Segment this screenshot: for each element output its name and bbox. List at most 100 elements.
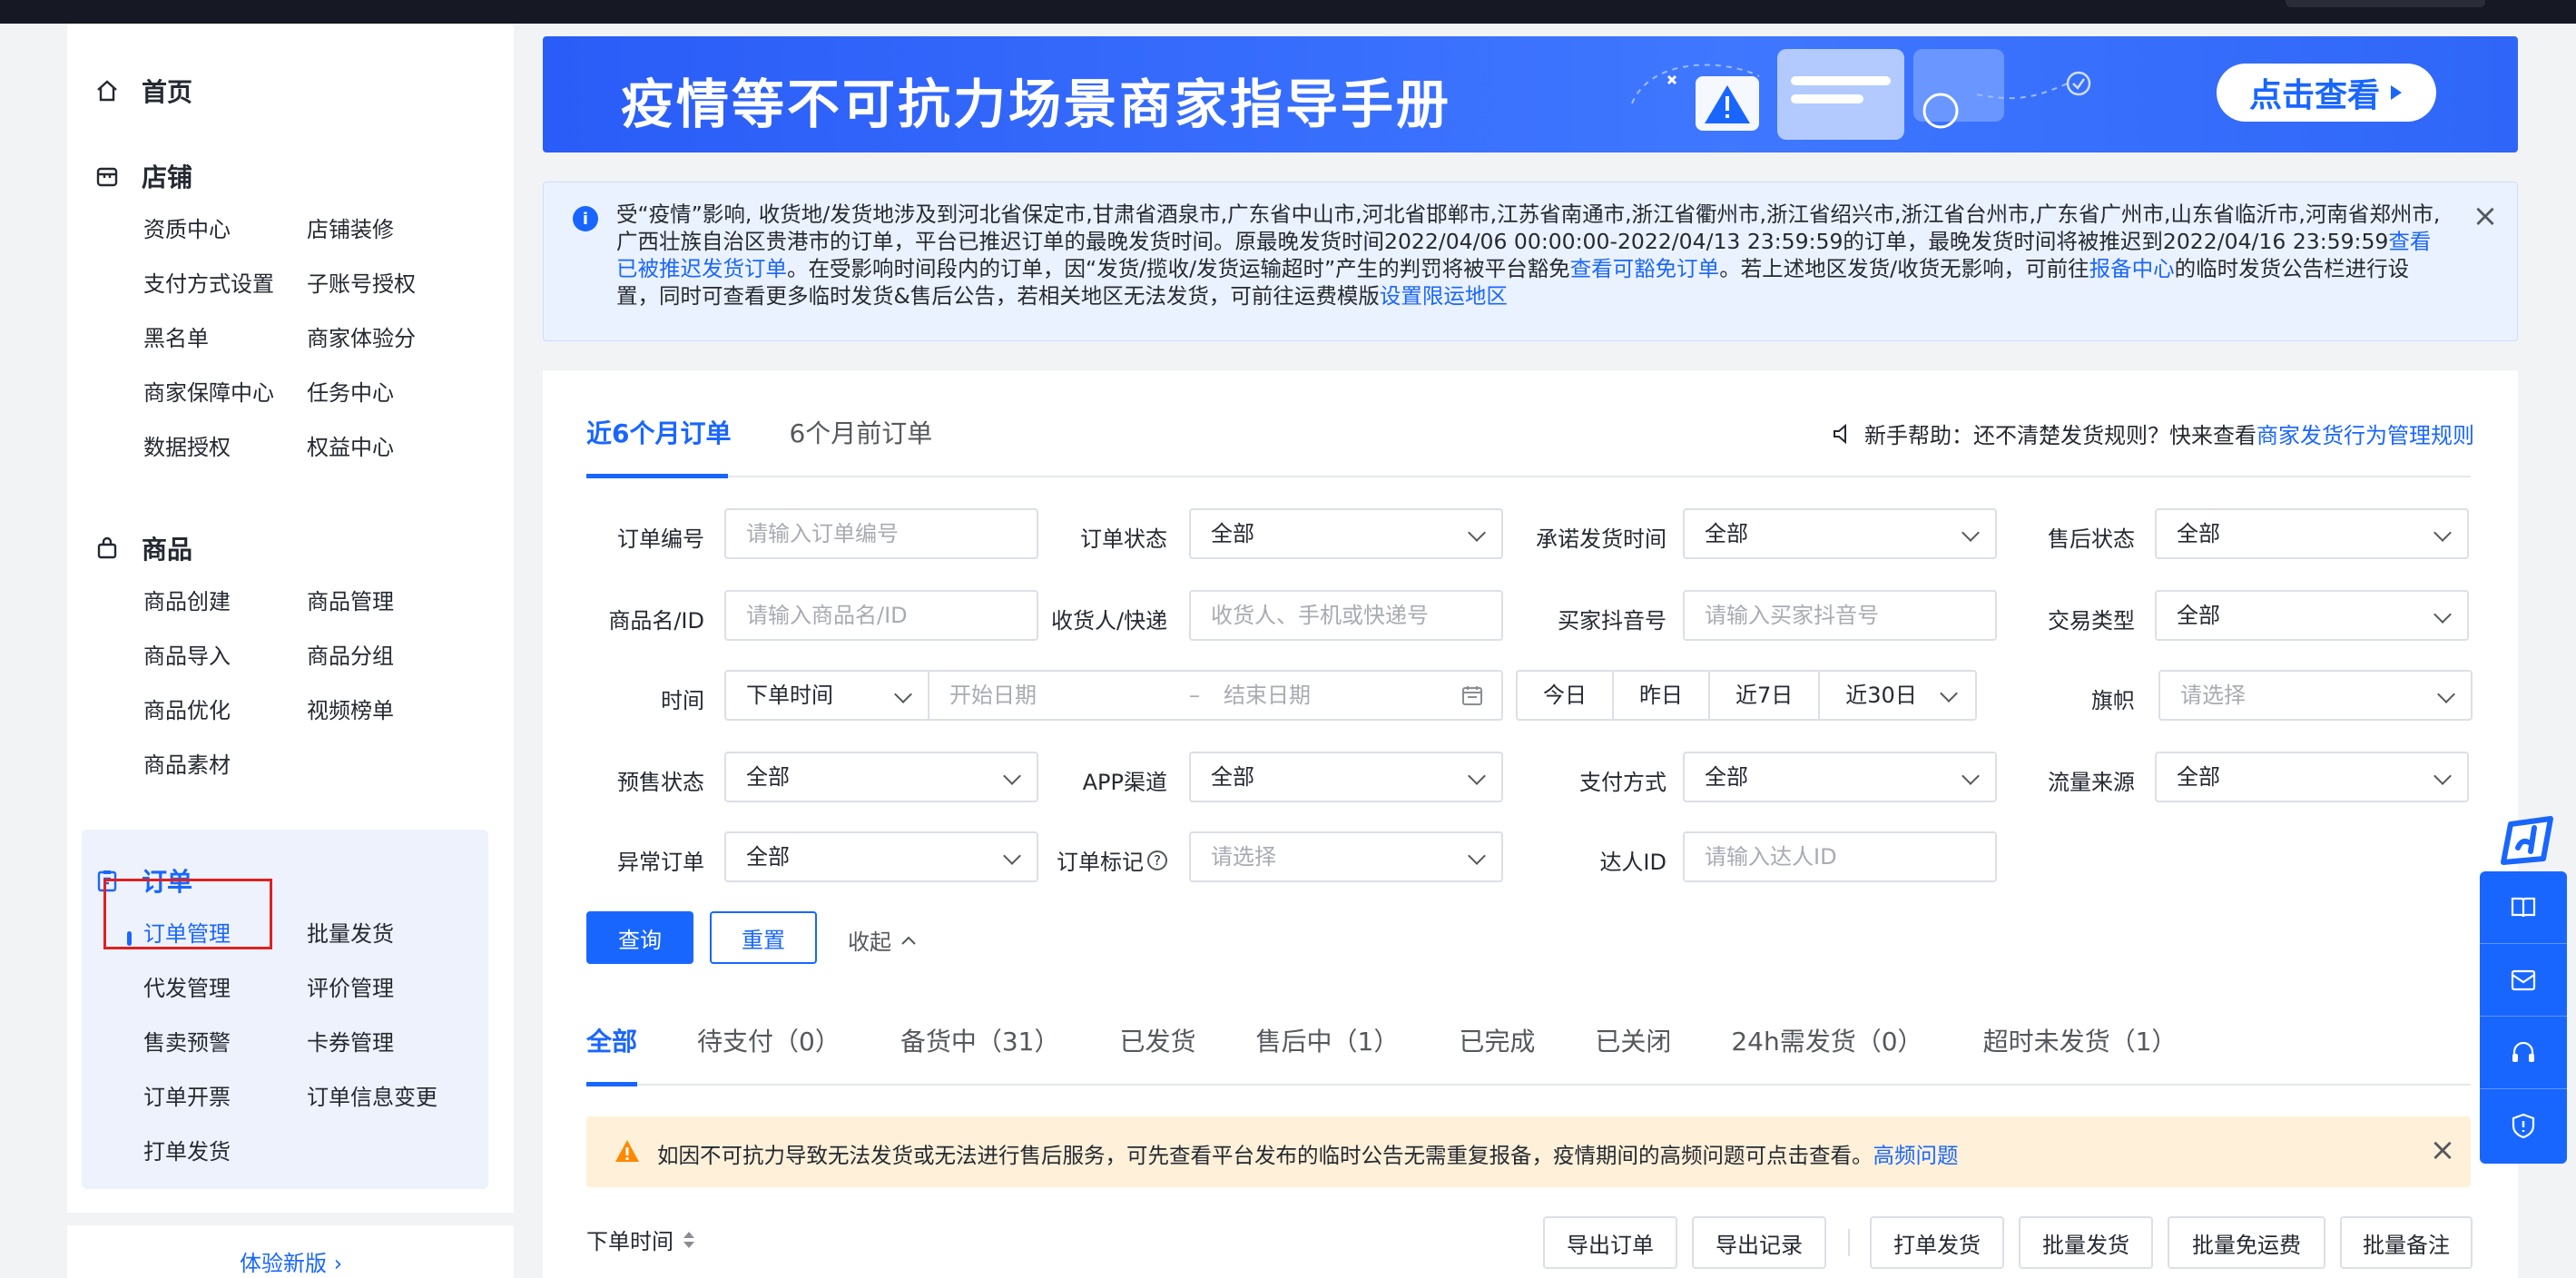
- orders-panel: 近6个月订单 6个月前订单 新手帮助：还不清楚发货规则？快来查看 商家发货行为管理…: [543, 370, 2518, 1278]
- presale-select[interactable]: 全部: [724, 752, 1038, 802]
- restricted-area-link[interactable]: 设置限运地区: [1380, 283, 1508, 309]
- sidebar-item[interactable]: 卡券管理: [307, 1031, 488, 1056]
- sidebar-item[interactable]: 商品管理: [307, 590, 488, 614]
- sidebar-item[interactable]: 订单信息变更: [307, 1086, 488, 1110]
- sidebar-section-store[interactable]: 店铺: [94, 158, 192, 194]
- shield-icon[interactable]: [2480, 1089, 2567, 1162]
- after-sale-select[interactable]: 全部: [2155, 508, 2469, 559]
- reset-button[interactable]: 重置: [710, 911, 817, 964]
- batch-remark-button[interactable]: 批量备注: [2340, 1216, 2473, 1269]
- sidebar-item[interactable]: 支付方式设置: [143, 272, 307, 297]
- sidebar-item[interactable]: 商品分组: [307, 644, 488, 669]
- tab-recent-orders[interactable]: 近6个月订单: [586, 414, 731, 450]
- tab-status[interactable]: 已发货: [1119, 1022, 1195, 1058]
- sidebar-item[interactable]: 商品导入: [143, 644, 307, 669]
- tab-status-all[interactable]: 全部: [586, 1022, 637, 1058]
- warning-message: 如因不可抗力导致无法发货或无法进行售后服务，可先查看平台发布的临时公告无需重复报…: [657, 1143, 1873, 1168]
- order-status-select[interactable]: 全部: [1189, 508, 1503, 559]
- notice-text: 受“疫情”影响, 收货地/发货地涉及到河北省保定市,甘肃省酒泉市,广东省中山市,…: [616, 201, 2441, 310]
- tab-status[interactable]: 已完成: [1459, 1022, 1535, 1058]
- sidebar-item[interactable]: 批量发货: [307, 922, 488, 947]
- tab-status[interactable]: 已关闭: [1595, 1022, 1671, 1058]
- sidebar-section-goods[interactable]: 商品: [94, 530, 192, 566]
- chevron-down-icon: [1468, 767, 1486, 785]
- sidebar-item[interactable]: 视频榜单: [307, 699, 488, 723]
- tab-status[interactable]: 售后中（1）: [1256, 1022, 1400, 1058]
- exempt-orders-link[interactable]: 查看可豁免订单: [1570, 256, 1720, 281]
- export-records-button[interactable]: 导出记录: [1692, 1216, 1826, 1269]
- tab-status[interactable]: 超时未发货（1）: [1983, 1022, 2178, 1058]
- quick-7days[interactable]: 近7日: [1710, 672, 1821, 719]
- date-range-picker[interactable]: 开始日期 – 结束日期: [928, 670, 1503, 721]
- sidebar-item[interactable]: 评价管理: [307, 977, 488, 1001]
- promo-banner[interactable]: 疫情等不可抗力场景商家指导手册 点击查看: [543, 36, 2518, 152]
- traffic-source-select[interactable]: 全部: [2155, 752, 2469, 802]
- sidebar: 首页 店铺 资质中心 店铺装修 支付方式设置 子账号授权 黑名单 商家体验分 商…: [67, 24, 514, 1278]
- notice-part: 。若上述地区发货/收货无影响，可前往: [1719, 256, 2089, 281]
- shipping-rules-link[interactable]: 商家发货行为管理规则: [2256, 418, 2474, 449]
- tab-older-orders[interactable]: 6个月前订单: [789, 414, 932, 450]
- time-type-select[interactable]: 下单时间: [724, 670, 929, 721]
- sidebar-item[interactable]: 权益中心: [307, 436, 488, 460]
- sidebar-item[interactable]: 黑名单: [143, 327, 307, 351]
- sidebar-goods-title: 商品: [142, 535, 193, 565]
- book-icon[interactable]: [2480, 871, 2567, 944]
- question-icon[interactable]: ?: [1147, 850, 1167, 870]
- order-no-input[interactable]: 请输入订单编号: [724, 508, 1038, 559]
- abnormal-select[interactable]: 全部: [724, 831, 1038, 882]
- sidebar-item[interactable]: 任务中心: [307, 381, 488, 406]
- banner-view-button[interactable]: 点击查看: [2217, 64, 2436, 122]
- query-button[interactable]: 查询: [586, 911, 693, 964]
- sidebar-item[interactable]: 数据授权: [143, 436, 307, 460]
- trade-type-select[interactable]: 全部: [2155, 590, 2469, 641]
- quick-yesterday[interactable]: 昨日: [1614, 672, 1710, 719]
- flag-select[interactable]: 请选择: [2158, 670, 2473, 721]
- chevron-up-icon: [901, 936, 916, 945]
- buyer-input[interactable]: 请输入买家抖音号: [1683, 590, 1997, 641]
- goods-input[interactable]: 请输入商品名/ID: [724, 590, 1038, 641]
- tab-status[interactable]: 备货中（31）: [900, 1022, 1060, 1058]
- sidebar-item-order-management[interactable]: 订单管理: [143, 922, 307, 947]
- sidebar-item[interactable]: 商品优化: [143, 699, 307, 723]
- promise-time-select[interactable]: 全部: [1683, 508, 1997, 559]
- sidebar-item[interactable]: 代发管理: [143, 977, 307, 1001]
- sidebar-home[interactable]: 首页: [94, 73, 192, 109]
- order-mark-select[interactable]: 请选择: [1189, 831, 1503, 882]
- help-tip: 新手帮助：还不清楚发货规则？快来查看 商家发货行为管理规则: [1830, 418, 2474, 449]
- tab-status[interactable]: 待支付（0）: [697, 1022, 841, 1058]
- mail-icon[interactable]: [2480, 944, 2567, 1017]
- try-new-version-link[interactable]: 体验新版 ›: [240, 1245, 342, 1277]
- app-channel-select[interactable]: 全部: [1189, 752, 1503, 802]
- pay-method-select[interactable]: 全部: [1683, 752, 1997, 802]
- sidebar-item[interactable]: 商家体验分: [307, 327, 488, 351]
- quick-30days[interactable]: 近30日: [1820, 672, 1975, 719]
- headset-icon[interactable]: [2480, 1017, 2567, 1089]
- receiver-input[interactable]: 收货人、手机或快递号: [1189, 590, 1503, 641]
- quick-today[interactable]: 今日: [1518, 672, 1614, 719]
- batch-ship-button[interactable]: 批量发货: [2019, 1216, 2153, 1269]
- sidebar-item[interactable]: 店铺装修: [307, 218, 488, 242]
- sidebar-item[interactable]: 资质中心: [143, 218, 307, 242]
- sidebar-item[interactable]: 售卖预警: [143, 1031, 307, 1056]
- sidebar-item[interactable]: 商品素材: [143, 753, 307, 778]
- close-icon[interactable]: ×: [2429, 1135, 2456, 1165]
- faq-link[interactable]: 高频问题: [1873, 1143, 1959, 1168]
- close-icon[interactable]: ×: [2472, 201, 2499, 231]
- sidebar-item[interactable]: 商家保障中心: [143, 381, 307, 406]
- print-ship-button[interactable]: 打单发货: [1870, 1216, 2004, 1269]
- tab-status[interactable]: 24h需发货（0）: [1731, 1022, 1922, 1058]
- report-center-link[interactable]: 报备中心: [2089, 256, 2175, 281]
- sort-order-time[interactable]: 下单时间: [586, 1224, 695, 1255]
- assistant-logo-icon[interactable]: [2494, 815, 2560, 871]
- batch-free-shipping-button[interactable]: 批量免运费: [2168, 1216, 2325, 1269]
- sidebar-item[interactable]: 子账号授权: [307, 272, 488, 297]
- collapse-toggle[interactable]: 收起: [848, 924, 917, 956]
- app-channel-label: APP渠道: [1082, 770, 1167, 795]
- sidebar-item[interactable]: 商品创建: [143, 590, 307, 614]
- sidebar-item[interactable]: 订单开票: [143, 1086, 307, 1110]
- sidebar-item[interactable]: 打单发货: [143, 1140, 307, 1165]
- talent-id-input[interactable]: 请输入达人ID: [1683, 831, 1997, 882]
- notice-part: 。在受影响时间段内的订单，因“发货/揽收/发货运输超时”产生的判罚将被平台豁免: [787, 256, 1570, 281]
- try-new-version-label: 体验新版: [240, 1251, 327, 1276]
- export-orders-button[interactable]: 导出订单: [1543, 1216, 1677, 1269]
